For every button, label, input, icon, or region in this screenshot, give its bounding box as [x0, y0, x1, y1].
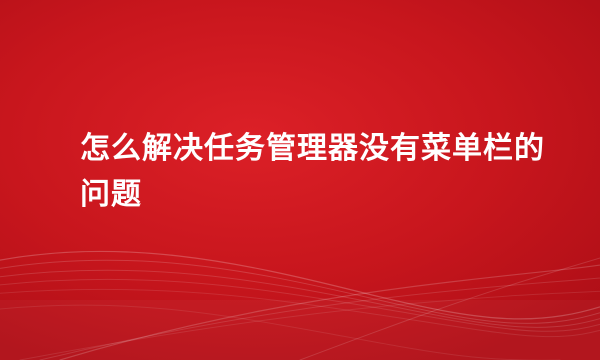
- page-title: 怎么解决任务管理器没有菜单栏的问题: [80, 131, 545, 212]
- cover-card: 怎么解决任务管理器没有菜单栏的问题: [0, 0, 600, 360]
